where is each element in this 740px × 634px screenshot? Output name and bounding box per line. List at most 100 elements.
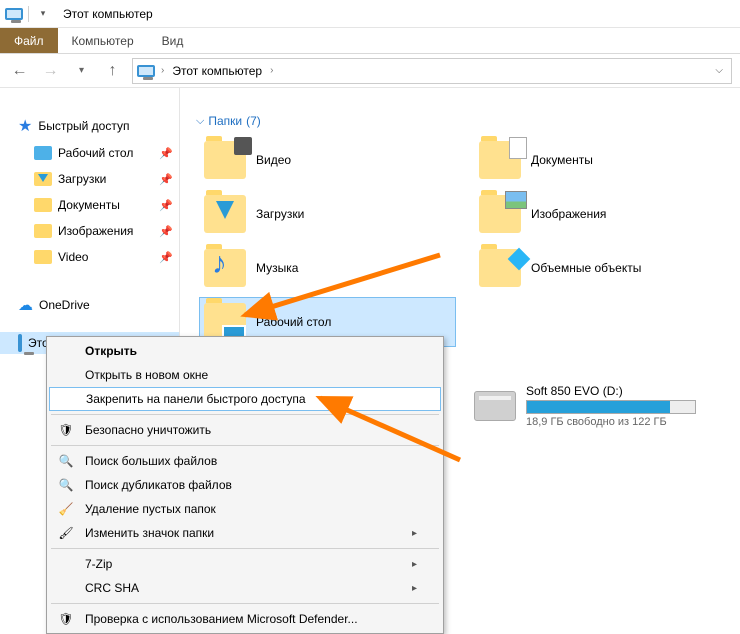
drive-free-text: 18,9 ГБ свободно из 122 ГБ <box>526 416 696 428</box>
drive-usage-bar <box>526 400 696 414</box>
sidebar-item-label: Загрузки <box>58 172 106 186</box>
sidebar-item-video[interactable]: Video 📌 <box>0 244 179 270</box>
sidebar-onedrive[interactable]: ☁ OneDrive <box>0 292 179 318</box>
drive-info: Soft 850 EVO (D:) 18,9 ГБ свободно из 12… <box>526 384 696 428</box>
address-pc-icon <box>137 65 155 77</box>
section-folders[interactable]: ⌵ Папки (7) <box>196 114 730 128</box>
shield-icon: 🛡 <box>57 612 75 626</box>
breadcrumb-chevron-icon[interactable]: › <box>161 65 164 76</box>
address-bar[interactable]: › Этот компьютер › ⌵ <box>132 58 732 84</box>
pin-icon: 📌 <box>159 199 173 212</box>
sidebar-item-desktop[interactable]: Рабочий стол 📌 <box>0 140 179 166</box>
folder-label: Видео <box>256 153 291 167</box>
up-button[interactable]: ↑ <box>101 59 124 83</box>
folder-label: Рабочий стол <box>256 315 331 329</box>
sidebar-item-downloads[interactable]: Загрузки 📌 <box>0 166 179 192</box>
video-folder-icon <box>204 141 246 179</box>
ctx-separator <box>51 548 439 549</box>
tab-view[interactable]: Вид <box>148 28 198 53</box>
ctx-secure-delete[interactable]: 🛡Безопасно уничтожить <box>49 418 441 442</box>
drive-icon <box>474 391 516 421</box>
history-dropdown[interactable]: ▾ <box>70 59 93 83</box>
chevron-right-icon: ▸ <box>412 583 417 594</box>
folder-video[interactable]: Видео <box>200 136 455 184</box>
ctx-open-new-window[interactable]: Открыть в новом окне <box>49 363 441 387</box>
folder-icon <box>34 196 52 214</box>
broom-icon: 🧹 <box>57 502 75 516</box>
sidebar-item-label: Video <box>58 250 88 264</box>
cloud-icon: ☁ <box>18 296 33 314</box>
context-menu: Открыть Открыть в новом окне Закрепить н… <box>46 336 444 634</box>
folder-grid: Видео Документы Загрузки Изображения Муз… <box>190 136 730 346</box>
folder-label: Загрузки <box>256 207 304 221</box>
folder-downloads[interactable]: Загрузки <box>200 190 455 238</box>
duplicate-icon: 🔍 <box>57 478 75 492</box>
breadcrumb-root[interactable]: Этот компьютер <box>170 64 264 78</box>
paint-icon: 🖌 <box>57 526 75 540</box>
music-folder-icon <box>204 249 246 287</box>
ctx-crc-sha[interactable]: CRC SHA▸ <box>49 576 441 600</box>
ctx-defender-scan[interactable]: 🛡Проверка с использованием Microsoft Def… <box>49 607 441 631</box>
pin-icon: 📌 <box>159 173 173 186</box>
ribbon: Файл Компьютер Вид <box>0 28 740 54</box>
back-button[interactable]: ← <box>8 59 31 83</box>
folder-label: Изображения <box>531 207 606 221</box>
sidebar-item-label: Рабочий стол <box>58 146 133 160</box>
onedrive-label: OneDrive <box>39 298 90 312</box>
ctx-open[interactable]: Открыть <box>49 339 441 363</box>
folder-icon <box>34 248 52 266</box>
folder-documents[interactable]: Документы <box>475 136 730 184</box>
ctx-7zip[interactable]: 7-Zip▸ <box>49 552 441 576</box>
search-icon: 🔍 <box>57 454 75 468</box>
sidebar-item-pictures[interactable]: Изображения 📌 <box>0 218 179 244</box>
ctx-change-icon[interactable]: 🖌Изменить значок папки▸ <box>49 521 441 545</box>
ctx-find-duplicates[interactable]: 🔍Поиск дубликатов файлов <box>49 473 441 497</box>
address-dropdown-icon[interactable]: ⌵ <box>711 65 727 76</box>
pictures-folder-icon <box>479 195 521 233</box>
chevron-right-icon: ▸ <box>412 528 417 539</box>
pin-icon: 📌 <box>159 251 173 264</box>
drive-name: Soft 850 EVO (D:) <box>526 384 696 398</box>
section-folders-count: (7) <box>246 114 261 128</box>
sidebar-item-label: Изображения <box>58 224 133 238</box>
shred-icon: 🛡 <box>57 423 75 437</box>
ctx-find-big-files[interactable]: 🔍Поиск больших файлов <box>49 449 441 473</box>
folder-icon <box>34 144 52 162</box>
titlebar-separator <box>28 6 29 22</box>
folder-music[interactable]: Музыка <box>200 244 455 292</box>
folder-pictures[interactable]: Изображения <box>475 190 730 238</box>
folder-icon <box>34 222 52 240</box>
navbar: ← → ▾ ↑ › Этот компьютер › ⌵ <box>0 54 740 88</box>
ctx-separator <box>51 445 439 446</box>
ctx-separator <box>51 603 439 604</box>
chevron-down-icon: ⌵ <box>196 115 204 128</box>
pc-icon <box>4 4 24 24</box>
documents-folder-icon <box>479 141 521 179</box>
star-icon: ★ <box>18 116 32 136</box>
folder-label: Музыка <box>256 261 298 275</box>
qat-dropdown-icon[interactable]: ▾ <box>33 4 53 24</box>
section-folders-label: Папки <box>208 114 242 128</box>
breadcrumb-chevron-icon[interactable]: › <box>270 65 273 76</box>
folder-icon <box>34 170 52 188</box>
ctx-delete-empty[interactable]: 🧹Удаление пустых папок <box>49 497 441 521</box>
folder-label: Объемные объекты <box>531 261 641 275</box>
ctx-pin-quick-access[interactable]: Закрепить на панели быстрого доступа <box>49 387 441 411</box>
quick-access-header[interactable]: ★ Быстрый доступ <box>0 112 179 140</box>
sidebar-item-label: Документы <box>58 198 120 212</box>
drive-item[interactable]: Soft 850 EVO (D:) 18,9 ГБ свободно из 12… <box>470 380 730 432</box>
tab-file[interactable]: Файл <box>0 28 58 53</box>
pin-icon: 📌 <box>159 147 173 160</box>
ctx-separator <box>51 414 439 415</box>
sidebar-item-documents[interactable]: Документы 📌 <box>0 192 179 218</box>
chevron-right-icon: ▸ <box>412 559 417 570</box>
window-title: Этот компьютер <box>57 7 153 21</box>
tab-computer[interactable]: Компьютер <box>58 28 148 53</box>
quick-access-label: Быстрый доступ <box>38 119 129 133</box>
titlebar: ▾ Этот компьютер <box>0 0 740 28</box>
3dobjects-folder-icon <box>479 249 521 287</box>
folder-3dobjects[interactable]: Объемные объекты <box>475 244 730 292</box>
folder-label: Документы <box>531 153 593 167</box>
pc-icon <box>18 336 22 350</box>
forward-button[interactable]: → <box>39 59 62 83</box>
